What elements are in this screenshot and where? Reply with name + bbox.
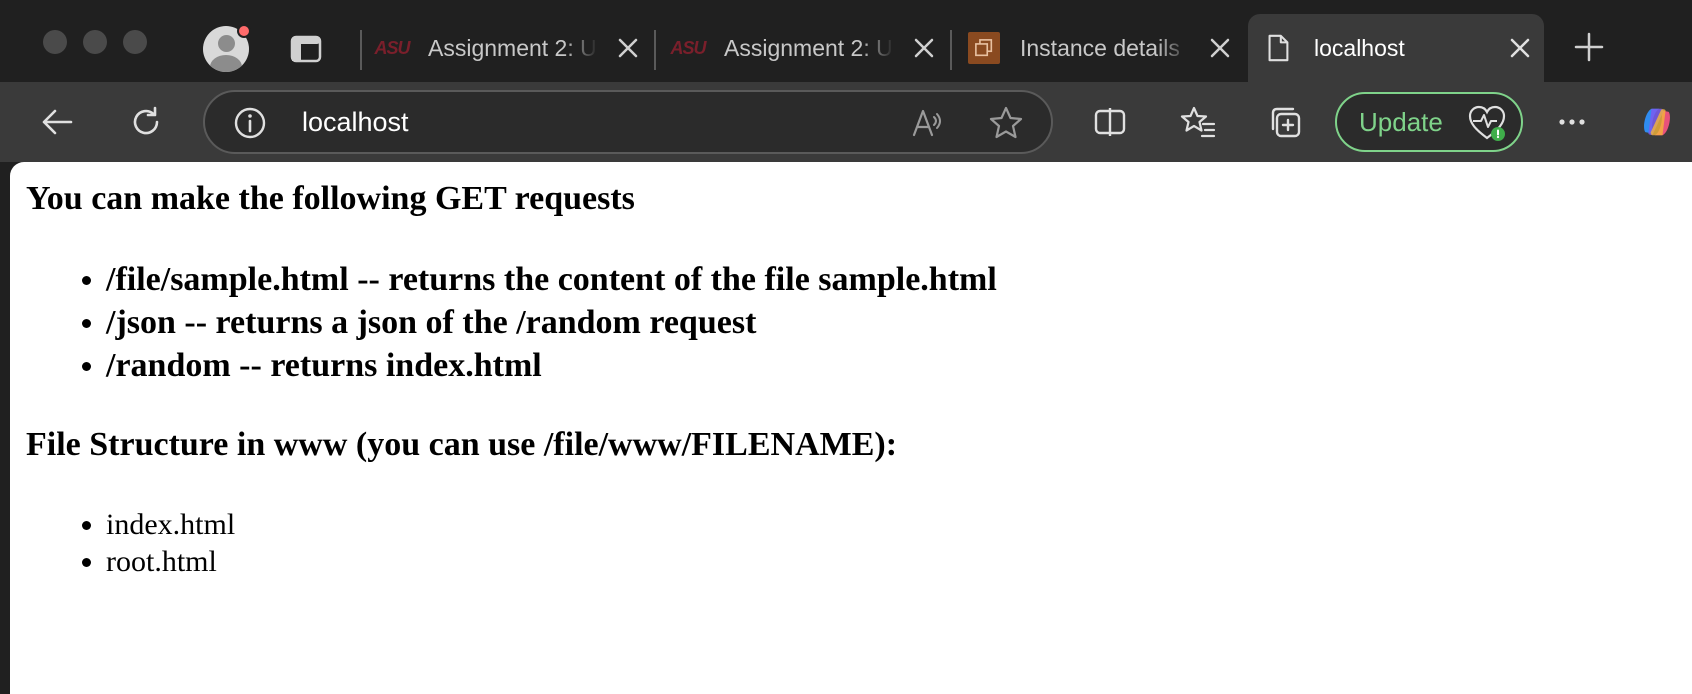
browser-health-icon xyxy=(1467,104,1507,142)
close-icon[interactable] xyxy=(1208,36,1232,60)
tab-assignment-2-second[interactable]: ASU Assignment 2: Understanding HTTP xyxy=(658,14,948,82)
address-bar[interactable] xyxy=(203,90,1053,154)
file-list: index.html root.html xyxy=(81,506,236,580)
collections-icon[interactable] xyxy=(1266,102,1306,142)
tab-localhost[interactable]: localhost xyxy=(1248,14,1544,82)
browser-window: ASU Assignment 2: Understanding HTTP ASU… xyxy=(0,0,1692,694)
copilot-icon[interactable] xyxy=(1634,99,1680,145)
browser-toolbar: Update xyxy=(0,82,1692,162)
list-item: root.html xyxy=(81,543,235,580)
file-structure-heading: File Structure in www (you can use /file… xyxy=(26,426,898,463)
update-button[interactable]: Update xyxy=(1335,92,1523,152)
tab-title: localhost xyxy=(1314,34,1405,61)
more-options-icon[interactable] xyxy=(1552,102,1592,142)
url-input[interactable] xyxy=(302,107,802,138)
update-label: Update xyxy=(1359,106,1443,137)
site-info-icon[interactable] xyxy=(233,106,267,140)
window-zoom-button[interactable] xyxy=(123,30,147,54)
page-icon xyxy=(1262,32,1294,64)
page-viewport: You can make the following GET requests … xyxy=(10,162,1692,694)
close-icon[interactable] xyxy=(1508,36,1532,60)
avatar-head-shape xyxy=(218,35,235,52)
split-screen-icon[interactable] xyxy=(1090,102,1130,142)
window-close-button[interactable] xyxy=(43,30,67,54)
refresh-icon[interactable] xyxy=(126,102,166,142)
star-favorite-icon[interactable] xyxy=(988,105,1024,141)
list-item: /json -- returns a json of the /random r… xyxy=(82,301,997,344)
favorites-list-icon[interactable] xyxy=(1178,102,1218,142)
tab-separator xyxy=(654,30,656,70)
vertical-tabs-icon[interactable] xyxy=(290,34,322,64)
list-item: /random -- returns index.html xyxy=(82,344,997,387)
new-tab-plus-icon[interactable] xyxy=(1572,30,1606,64)
asu-logo-icon: ASU xyxy=(670,37,707,58)
get-requests-heading: You can make the following GET requests xyxy=(26,180,635,217)
profile-notification-badge xyxy=(237,24,251,38)
avatar-body-shape xyxy=(210,55,242,72)
tab-instance-details[interactable]: Instance details xyxy=(954,14,1244,82)
asu-logo-icon: ASU xyxy=(374,37,411,58)
read-aloud-icon[interactable] xyxy=(910,105,946,141)
tab-title: Instance details xyxy=(1020,34,1180,61)
close-icon[interactable] xyxy=(616,36,640,60)
tab-title: Assignment 2: Understanding HTTP xyxy=(428,34,598,61)
list-item: /file/sample.html -- returns the content… xyxy=(82,258,997,301)
aws-instance-icon xyxy=(968,32,1000,64)
tab-strip: ASU Assignment 2: Understanding HTTP ASU… xyxy=(0,0,1692,82)
close-icon[interactable] xyxy=(912,36,936,60)
tab-title: Assignment 2: Understanding HTTP xyxy=(724,34,894,61)
back-arrow-icon[interactable] xyxy=(37,102,77,142)
tab-assignment-2-first[interactable]: ASU Assignment 2: Understanding HTTP xyxy=(362,14,652,82)
window-minimize-button[interactable] xyxy=(83,30,107,54)
list-item: index.html xyxy=(81,508,236,541)
get-requests-list: /file/sample.html -- returns the content… xyxy=(82,258,997,387)
tab-separator xyxy=(950,30,952,70)
